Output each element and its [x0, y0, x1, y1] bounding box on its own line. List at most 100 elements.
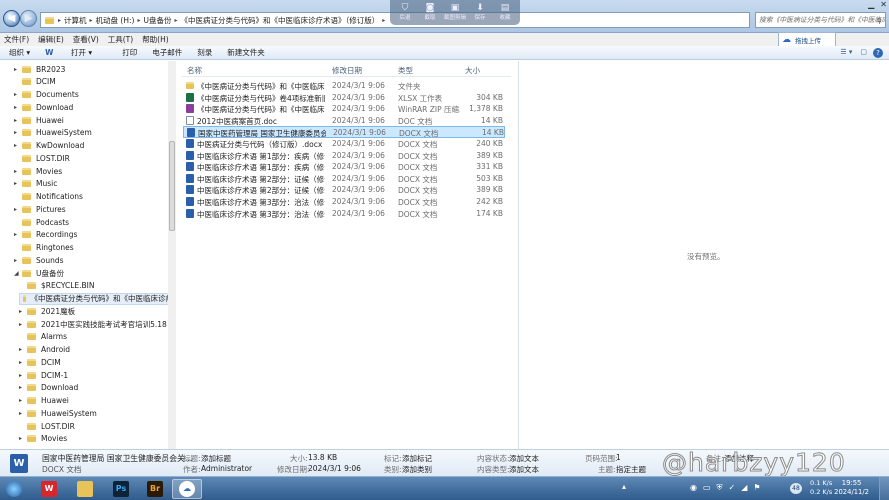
expand-arrow-icon[interactable]: ▸ — [14, 129, 22, 136]
expand-arrow-icon[interactable]: ▸ — [19, 397, 27, 404]
column-header-date[interactable]: 修改日期 — [332, 65, 362, 76]
category-value[interactable]: 添加类别 — [402, 464, 432, 475]
tree-item[interactable]: ▸ Pictures — [14, 203, 66, 215]
content-status-value[interactable]: 添加文本 — [509, 453, 539, 464]
column-header-name[interactable]: 名称 — [187, 65, 202, 76]
nav-scrollbar[interactable] — [168, 61, 176, 449]
organize-button[interactable]: 组织 ▾ — [9, 47, 30, 58]
tree-item[interactable]: ▸ Recordings — [14, 229, 77, 241]
menu-file[interactable]: 文件(F) — [4, 34, 29, 45]
column-header-size[interactable]: 大小 — [465, 65, 480, 76]
tree-item[interactable]: ▸ Huawei — [14, 114, 64, 126]
taskbar-explorer[interactable] — [70, 479, 100, 499]
tree-item[interactable]: DCIM — [14, 76, 56, 88]
expand-arrow-icon[interactable]: ▸ — [19, 384, 27, 391]
expand-arrow-icon[interactable]: ▸ — [14, 91, 22, 98]
expand-arrow-icon[interactable]: ▸ — [19, 321, 27, 328]
tree-item[interactable]: 《中医病证分类与代码》和《中医临床诊疗 — [19, 292, 174, 305]
screenshot-clip[interactable]: ▣ 截图剪辑 — [443, 3, 467, 21]
menu-edit[interactable]: 编辑(E) — [38, 34, 64, 45]
close-icon[interactable]: ✕ — [880, 0, 887, 9]
breadcrumb-computer[interactable]: 计算机 — [64, 15, 87, 26]
file-row[interactable]: 《中医病证分类与代码》和《中医临床... 2024/3/1 9:06 文件夹 — [183, 80, 505, 92]
tray-app-icon[interactable]: ◉ — [690, 483, 697, 493]
tags-value[interactable]: 添加标记 — [402, 453, 432, 464]
forward-button[interactable]: ▶ — [20, 10, 37, 27]
nav-scrollbar-thumb[interactable] — [169, 141, 175, 231]
file-row[interactable]: 中医临床诊疗术语 第3部分：治法（修订... 2024/3/1 9:06 DOCX … — [183, 196, 505, 208]
tray-expand-icon[interactable]: ▴ — [622, 482, 626, 491]
tray-input-icon[interactable]: ✓ — [729, 483, 736, 493]
open-button[interactable]: W 打开 ▾ — [45, 47, 107, 58]
show-desktop-button[interactable] — [879, 477, 889, 500]
tree-item[interactable]: ▸ Movies — [19, 433, 67, 445]
column-header-type[interactable]: 类型 — [398, 65, 413, 76]
expand-arrow-icon[interactable]: ▸ — [14, 257, 22, 264]
taskbar-photoshop[interactable]: Ps — [106, 479, 136, 499]
tree-item[interactable]: ▸ DCIM-1 — [19, 369, 68, 381]
expand-arrow-icon[interactable]: ▸ — [14, 206, 22, 213]
expand-arrow-icon[interactable]: ◢ — [14, 270, 22, 277]
tray-flag-icon[interactable]: ⚑ — [753, 483, 760, 493]
menu-help[interactable]: 帮助(H) — [142, 34, 169, 45]
expand-arrow-icon[interactable]: ▸ — [19, 410, 27, 417]
content-type-value[interactable]: 添加文本 — [509, 464, 539, 475]
start-button[interactable] — [2, 479, 26, 499]
screenshot-favorite[interactable]: ▤ 收藏 — [493, 3, 517, 21]
email-button[interactable]: 电子邮件 — [152, 47, 182, 58]
preview-pane-icon[interactable]: ▢ — [860, 48, 867, 56]
tree-item[interactable]: ▸ HuaweiSystem — [14, 127, 92, 139]
file-row[interactable]: 2012中医病案首页.doc 2024/3/1 9:06 DOC 文档 14 KB — [183, 115, 505, 127]
burn-button[interactable]: 刻录 — [197, 47, 212, 58]
file-row[interactable]: 中医临床诊疗术语 第2部分：证候（修订... 2024/3/1 9:06 DOCX … — [183, 173, 505, 185]
tree-item[interactable]: ▸ DCIM — [19, 356, 61, 368]
tray-badge[interactable]: 48 — [790, 483, 802, 494]
file-row[interactable]: 中医病证分类与代码（修订版）.docx 2024/3/1 9:06 DOCX 文档 2… — [183, 138, 505, 150]
tree-item[interactable]: ◢ U盘备份 — [14, 267, 64, 279]
new-folder-button[interactable]: 新建文件夹 — [227, 47, 265, 58]
file-row[interactable]: 《中医病证分类与代码》和《中医临床... 2024/3/1 9:06 WinRAR … — [183, 103, 505, 115]
drag-upload-button[interactable]: ☁ 拖拽上传 — [778, 32, 836, 47]
tree-item[interactable]: LOST.DIR — [19, 420, 75, 432]
tree-item[interactable]: ▸ HuaweiSystem — [19, 407, 97, 419]
expand-arrow-icon[interactable]: ▸ — [19, 308, 27, 315]
expand-arrow-icon[interactable]: ▸ — [14, 142, 22, 149]
author-value[interactable]: Administrator — [201, 464, 252, 473]
breadcrumb-drive[interactable]: 机动盘 (H:) — [96, 15, 135, 26]
clock[interactable]: 19:55 2024/11/2 — [834, 479, 869, 497]
tree-item[interactable]: ▸ KwDownload — [14, 140, 84, 152]
taskbar-cloud-drive[interactable]: ☁ — [172, 479, 202, 499]
search-input[interactable]: 搜索《中医病证分类与代码》和《中医临床... ⚲ — [755, 12, 886, 28]
tree-item[interactable]: ▸ Huawei — [19, 395, 69, 407]
subject-value[interactable]: 指定主题 — [616, 464, 646, 475]
tree-item[interactable]: ▸ Sounds — [14, 254, 64, 266]
tree-item[interactable]: ▸ 2021中医实践技能考试考官培训5.18 — [19, 318, 167, 330]
help-icon[interactable]: ? — [873, 48, 883, 58]
expand-arrow-icon[interactable]: ▸ — [14, 231, 22, 238]
screenshot-back[interactable]: ⛉ 后退 — [393, 3, 417, 21]
back-button[interactable]: ◀ — [3, 10, 20, 27]
tree-item[interactable]: ▸ Android — [19, 344, 70, 356]
tree-item[interactable]: LOST.DIR — [14, 152, 70, 164]
tree-item[interactable]: ▸ Documents — [14, 89, 79, 101]
tree-item[interactable]: ▸ BR2023 — [14, 63, 65, 75]
expand-arrow-icon[interactable]: ▸ — [14, 168, 22, 175]
file-row[interactable]: 中医临床诊疗术语 第1部分：疾病（修订... 2024/3/1 9:06 DOCX … — [183, 150, 505, 162]
menu-view[interactable]: 查看(V) — [73, 34, 99, 45]
screenshot-save[interactable]: ⬇ 保存 — [468, 3, 492, 21]
expand-arrow-icon[interactable]: ▸ — [19, 435, 27, 442]
taskbar-wps[interactable]: W — [34, 479, 64, 499]
expand-arrow-icon[interactable]: ▸ — [14, 180, 22, 187]
tree-item[interactable]: ▸ 2021魔板 — [19, 305, 75, 317]
tray-volume-icon[interactable]: ◢ — [741, 483, 747, 493]
minimize-icon[interactable]: ▁ — [868, 0, 874, 9]
view-mode-icon[interactable]: ☰ ▾ — [840, 48, 852, 56]
tree-item[interactable]: ▸ Music — [14, 178, 57, 190]
file-row[interactable]: 中医临床诊疗术语 第3部分：治法（修订... 2024/3/1 9:06 DOCX … — [183, 208, 505, 220]
file-row[interactable]: 中医临床诊疗术语 第2部分：证候（修订... 2024/3/1 9:06 DOCX … — [183, 184, 505, 196]
tree-item[interactable]: ▸ Download — [14, 101, 73, 113]
title-value[interactable]: 添加标题 — [201, 453, 231, 464]
tree-item[interactable]: ▸ Download — [19, 382, 78, 394]
breadcrumb-backup[interactable]: U盘备份 — [143, 15, 171, 26]
expand-arrow-icon[interactable]: ▸ — [19, 372, 27, 379]
